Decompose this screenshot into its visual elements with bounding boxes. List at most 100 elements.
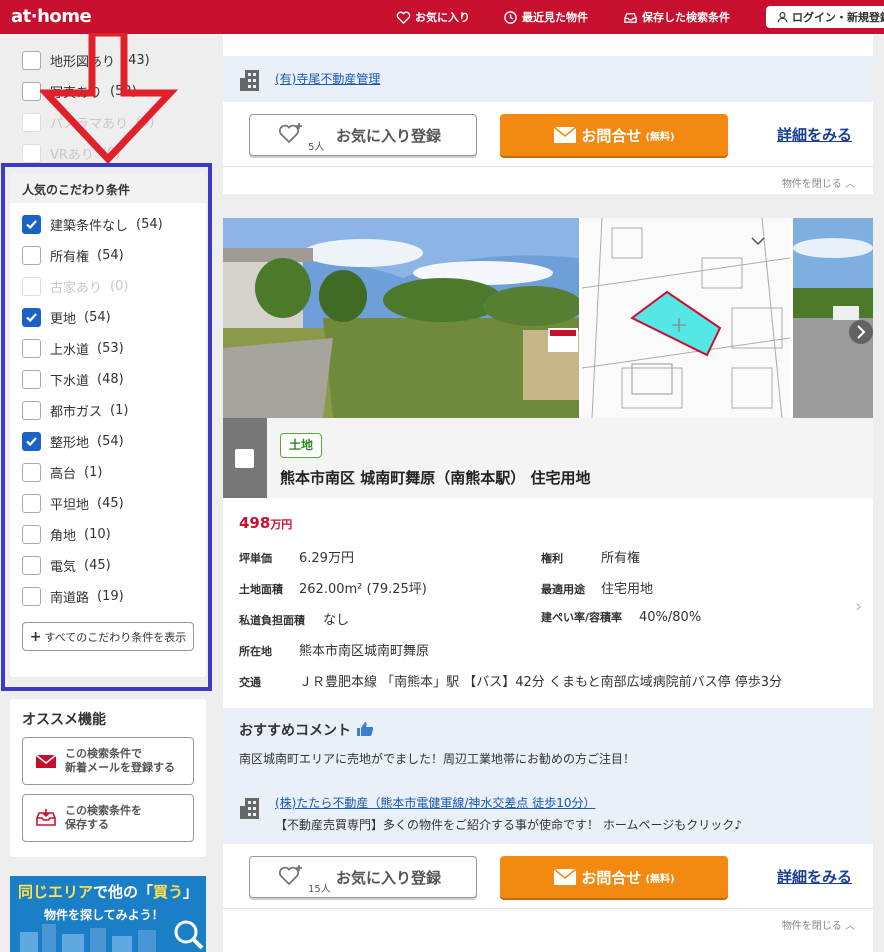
detail-key: 最適用途 xyxy=(541,583,585,596)
nav-saved-search[interactable]: 保存した検索条件 xyxy=(623,9,730,25)
favorite-count: 15人 xyxy=(308,884,331,895)
property-photo-street[interactable] xyxy=(793,218,873,418)
close-property-label: 物件を閉じる ︿ xyxy=(781,179,855,190)
favorite-count: 5人 xyxy=(308,142,325,153)
price-number: 498 xyxy=(239,514,271,532)
nav-recent-label: 最近見た物件 xyxy=(522,11,588,24)
inquire-button[interactable]: お問合せ (無料) xyxy=(500,114,728,156)
detail-use: 最適用途 住宅用地 xyxy=(541,578,653,597)
detail-value: 6.29万円 xyxy=(299,551,354,566)
detail-key: 坪単価 xyxy=(239,552,272,565)
recommend-comment-body: 南区城南町エリアに売地がでました！周辺工業地帯にお勧めの方ご注目！ xyxy=(239,752,636,766)
detail-value: 40%/80% xyxy=(639,610,702,625)
register-mail-button[interactable]: この検索条件で 新着メールを登録する xyxy=(22,737,194,785)
detail-tsubo: 坪単価 6.29万円 xyxy=(239,547,354,566)
detail-value: 熊本市南区城南町舞原 xyxy=(299,644,430,659)
close-property-row[interactable]: 物件を閉じる ︿ xyxy=(223,908,873,936)
nav-recent[interactable]: 最近見た物件 xyxy=(503,9,588,25)
register-mail-line1: この検索条件で xyxy=(65,747,142,761)
favorite-button[interactable]: 5人 お気に入り登録 xyxy=(249,114,477,156)
mail-icon xyxy=(553,126,577,143)
detail-right: 権利 所有権 xyxy=(541,547,640,566)
property-photo-land[interactable] xyxy=(223,218,579,418)
favorite-label: お気に入り登録 xyxy=(336,127,442,145)
price-unit: 万円 xyxy=(270,518,293,531)
heart-plus-icon xyxy=(278,865,302,886)
detail-value: ＪＲ豊肥本線 「南熊本」駅 【バス】42分 くまもと南部広域病院前バス停 停歩3… xyxy=(299,675,783,690)
logo[interactable]: at·home xyxy=(11,6,92,27)
favorite-label: お気に入り登録 xyxy=(336,869,442,887)
checkbox[interactable] xyxy=(22,81,41,101)
recommend-comment-title: おすすめコメント xyxy=(239,720,374,740)
annotation-highlight-frame xyxy=(1,163,212,691)
inquire-note: (無料) xyxy=(645,131,675,143)
save-tray-icon xyxy=(36,809,56,826)
detail-link[interactable]: 詳細をみる xyxy=(777,124,852,145)
save-search-line1: この検索条件を xyxy=(65,804,142,818)
user-icon xyxy=(777,11,788,22)
detail-value: なし xyxy=(323,613,350,628)
detail-value: 所有権 xyxy=(601,551,641,566)
detail-key: 権利 xyxy=(541,552,563,565)
detail-value: 住宅用地 xyxy=(601,582,654,597)
company-description: 【不動産売買専門】多くの物件をご紹介する事が使命です！ ホームページもクリック♪ xyxy=(275,818,742,832)
detail-key: 私道負担面積 xyxy=(239,614,305,627)
detail-private-road: 私道負担面積 なし xyxy=(239,609,349,628)
banner-area-text: 同じエリア xyxy=(18,883,94,901)
inquire-note: (無料) xyxy=(645,873,675,885)
photo-map-image xyxy=(582,218,790,418)
same-area-banner[interactable]: 同じエリアで他の「買う」 物件を探してみよう！ xyxy=(10,876,206,952)
heart-plus-icon xyxy=(278,123,302,144)
banner-buy-text: 買う xyxy=(153,883,184,901)
building-icon xyxy=(240,798,259,819)
save-search-button[interactable]: この検索条件を 保存する xyxy=(22,794,194,842)
property-title[interactable]: 熊本市南区 城南町舞原（南熊本駅） 住宅用地 xyxy=(280,467,590,488)
heart-icon xyxy=(396,11,411,24)
nav-favorites[interactable]: お気に入り xyxy=(396,9,470,25)
building-icon xyxy=(240,70,259,91)
company-link[interactable]: (有)寺尾不動産管理 xyxy=(275,70,380,87)
clock-icon xyxy=(504,10,517,24)
nav-saved-search-label: 保存した検索条件 xyxy=(642,11,730,24)
close-property-row[interactable]: 物件を閉じる ︿ xyxy=(223,166,873,194)
thumbs-up-icon xyxy=(356,722,373,736)
property-title-bar: 土地 熊本市南区 城南町舞原（南熊本駅） 住宅用地 xyxy=(223,418,873,498)
property-select-area[interactable] xyxy=(223,418,267,498)
checkbox xyxy=(22,112,41,132)
detail-address: 所在地 熊本市南区城南町舞原 xyxy=(239,640,429,659)
property-photo-map[interactable] xyxy=(582,218,790,418)
inquire-label: お問合せ xyxy=(581,868,642,887)
detail-link[interactable]: 詳細をみる xyxy=(777,866,852,887)
detail-key: 土地面積 xyxy=(239,583,283,596)
save-search-text: この検索条件を 保存する xyxy=(65,804,142,832)
register-mail-text: この検索条件で 新着メールを登録する xyxy=(65,747,175,775)
photo-street-image xyxy=(793,218,873,418)
nav-favorites-label: お気に入り xyxy=(415,11,470,24)
save-search-line2: 保存する xyxy=(65,818,109,831)
favorite-button[interactable]: 15人 お気に入り登録 xyxy=(249,856,477,898)
property-card-2: 土地 熊本市南区 城南町舞原（南熊本駅） 住宅用地 498万円 坪単価 6.29万… xyxy=(223,218,873,952)
city-illustration xyxy=(20,920,204,952)
detail-value: 262.00m² (79.25坪) xyxy=(299,582,427,597)
banner-line1: 同じエリアで他の「買う」 xyxy=(18,881,198,902)
inquire-button[interactable]: お問合せ (無料) xyxy=(500,856,728,898)
property-select-checkbox[interactable] xyxy=(235,449,254,468)
checkbox[interactable] xyxy=(22,50,41,70)
recommend-comment-title-text: おすすめコメント xyxy=(239,723,351,739)
detail-coverage-ratio: 建ぺい率/容積率 40%/80% xyxy=(541,609,701,625)
mail-icon xyxy=(553,868,577,885)
login-label: ログイン・新規登録 xyxy=(792,11,884,24)
property-price: 498万円 xyxy=(239,514,292,532)
register-mail-line2: 新着メールを登録する xyxy=(65,761,175,774)
company-link[interactable]: (株)たたら不動産（熊本市電健軍線/神水交差点 徒歩10分） xyxy=(275,794,596,811)
detail-key: 所在地 xyxy=(239,645,272,658)
photo-land-image xyxy=(223,218,579,418)
banner-mid-text: で他の「 xyxy=(93,883,154,901)
site-header: at·home お気に入り 最近見た物件 保存した検索条件 ログイン・新規登録 xyxy=(0,0,884,34)
company-strip: (有)寺尾不動産管理 xyxy=(223,56,873,102)
detail-key: 建ぺい率/容積率 xyxy=(541,611,623,624)
saved-search-icon xyxy=(624,12,637,23)
chevron-right-icon[interactable]: › xyxy=(855,596,862,617)
recommend-title: オススメ機能 xyxy=(22,712,106,728)
login-button[interactable]: ログイン・新規登録 xyxy=(766,6,884,28)
